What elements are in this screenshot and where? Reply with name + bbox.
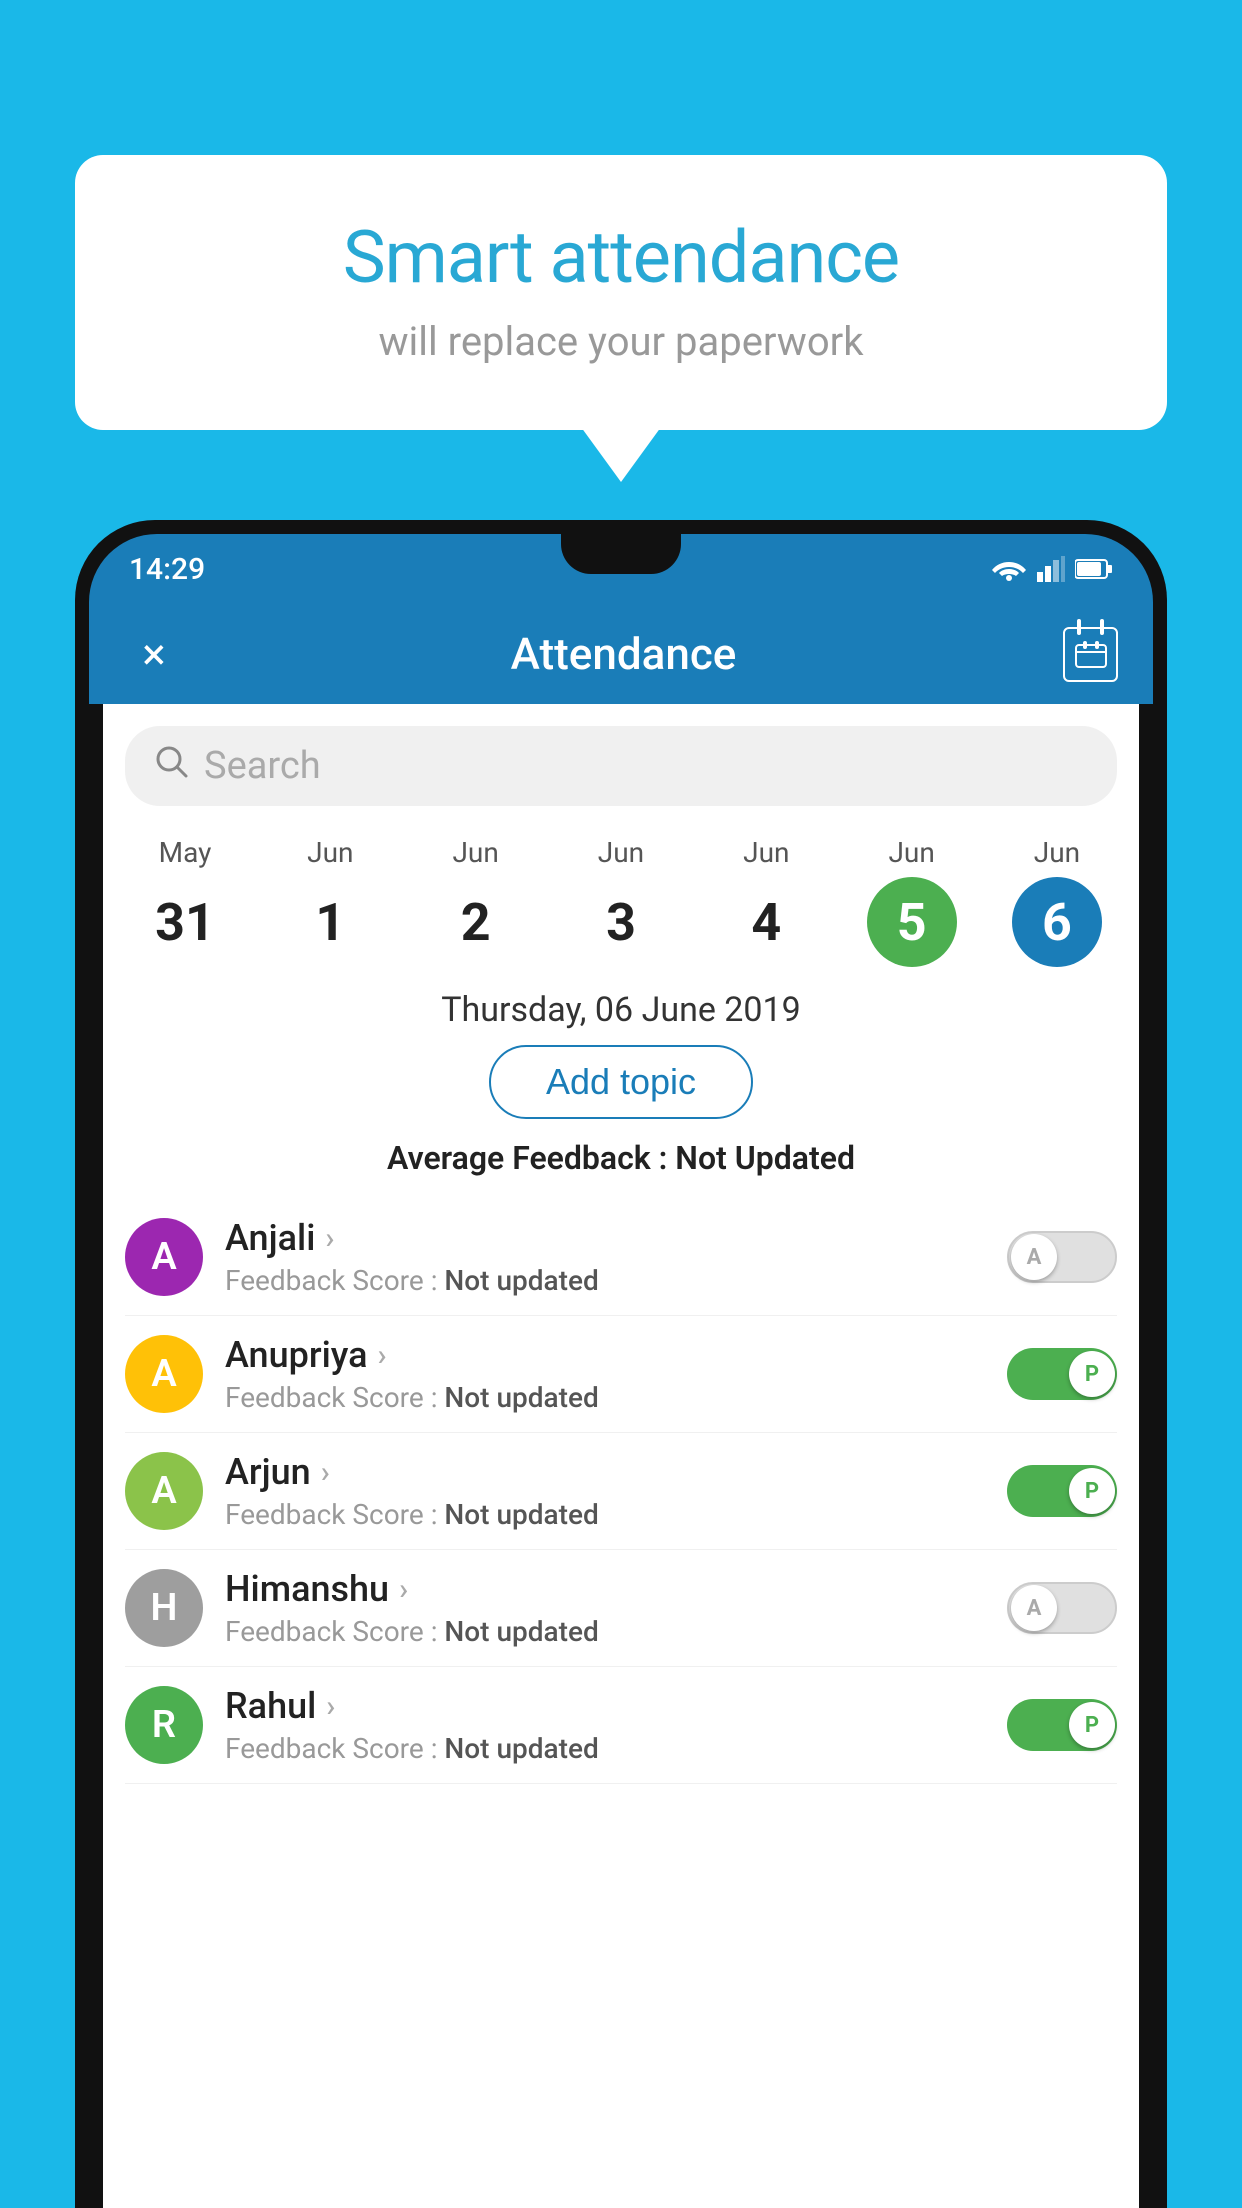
- battery-icon: [1075, 558, 1113, 580]
- student-name: Himanshu ›: [225, 1568, 1007, 1610]
- cal-month-label: Jun: [598, 836, 644, 869]
- student-name: Anjali ›: [225, 1217, 1007, 1259]
- chevron-right-icon: ›: [321, 1455, 330, 1490]
- search-bar[interactable]: Search: [125, 726, 1117, 806]
- feedback-value: Not updated: [444, 1498, 598, 1531]
- chevron-right-icon: ›: [399, 1572, 408, 1607]
- calendar-day[interactable]: Jun 6: [997, 836, 1117, 967]
- chevron-right-icon: ›: [326, 1689, 335, 1724]
- cal-month-label: Jun: [743, 836, 789, 869]
- phone-inner: 14:29: [89, 534, 1153, 2208]
- cal-month-label: Jun: [888, 836, 934, 869]
- phone-screen: Search May 31 Jun 1 Jun 2 Jun 3 Jun 4 Jun 5 Jun 6 Thu…: [103, 704, 1139, 2208]
- chevron-right-icon: ›: [378, 1338, 387, 1373]
- search-placeholder: Search: [204, 744, 321, 788]
- student-name: Arjun ›: [225, 1451, 1007, 1493]
- avg-feedback-value: Not Updated: [675, 1139, 855, 1177]
- cal-day-number: 2: [431, 877, 521, 967]
- calendar-row: May 31 Jun 1 Jun 2 Jun 3 Jun 4 Jun 5 Jun 6: [103, 821, 1139, 972]
- search-icon: [155, 745, 189, 788]
- phone-frame: 14:29: [75, 520, 1167, 2208]
- cal-day-number: 1: [285, 877, 375, 967]
- feedback-score: Feedback Score : Not updated: [225, 1615, 1007, 1648]
- student-row[interactable]: R Rahul › Feedback Score : Not updated P: [125, 1667, 1117, 1784]
- add-topic-button[interactable]: Add topic: [489, 1045, 753, 1119]
- chevron-right-icon: ›: [325, 1221, 334, 1256]
- bubble-title: Smart attendance: [155, 215, 1087, 300]
- feedback-value: Not updated: [444, 1732, 598, 1765]
- avatar: A: [125, 1218, 203, 1296]
- cal-day-number: 3: [576, 877, 666, 967]
- status-time: 14:29: [129, 552, 205, 587]
- cal-day-number: 6: [1012, 877, 1102, 967]
- student-name: Anupriya ›: [225, 1334, 1007, 1376]
- calendar-day[interactable]: Jun 2: [416, 836, 536, 967]
- toggle-wrap: A: [1007, 1582, 1117, 1634]
- calendar-day[interactable]: Jun 3: [561, 836, 681, 967]
- feedback-value: Not updated: [444, 1381, 598, 1414]
- toggle-wrap: P: [1007, 1348, 1117, 1400]
- calendar-day[interactable]: May 31: [125, 836, 245, 967]
- student-row[interactable]: AAnjali ›Feedback Score : Not updatedA: [125, 1199, 1117, 1316]
- student-info: Arjun › Feedback Score : Not updated: [225, 1451, 1007, 1531]
- calendar-day[interactable]: Jun 5: [852, 836, 972, 967]
- student-row[interactable]: H Himanshu › Feedback Score : Not updatedA: [125, 1550, 1117, 1667]
- bubble-subtitle: will replace your paperwork: [155, 318, 1087, 365]
- student-name: Rahul ›: [225, 1685, 1007, 1727]
- feedback-value: Not updated: [444, 1615, 598, 1648]
- speech-bubble: Smart attendance will replace your paper…: [75, 155, 1167, 430]
- cal-day-number: 31: [140, 877, 230, 967]
- cal-day-number: 5: [867, 877, 957, 967]
- close-button[interactable]: ×: [124, 628, 184, 680]
- selected-date-label: Thursday, 06 June 2019: [103, 990, 1139, 1030]
- speech-bubble-container: Smart attendance will replace your paper…: [75, 155, 1167, 430]
- cal-day-number: 4: [721, 877, 811, 967]
- toggle-wrap: A: [1007, 1231, 1117, 1283]
- attendance-toggle[interactable]: P: [1007, 1699, 1117, 1751]
- student-list: AAnjali ›Feedback Score : Not updatedAAA…: [103, 1199, 1139, 1784]
- student-row[interactable]: A Arjun › Feedback Score : Not updated P: [125, 1433, 1117, 1550]
- toggle-wrap: P: [1007, 1699, 1117, 1751]
- feedback-score: Feedback Score : Not updated: [225, 1264, 1007, 1297]
- avatar: H: [125, 1569, 203, 1647]
- cal-month-label: Jun: [307, 836, 353, 869]
- app-bar: × Attendance: [89, 604, 1153, 704]
- toggle-knob: A: [1011, 1585, 1057, 1631]
- avatar: A: [125, 1335, 203, 1413]
- feedback-score: Feedback Score : Not updated: [225, 1498, 1007, 1531]
- cal-month-label: May: [159, 836, 212, 869]
- student-info: Anupriya › Feedback Score : Not updated: [225, 1334, 1007, 1414]
- toggle-knob: P: [1069, 1468, 1115, 1514]
- feedback-value: Not updated: [444, 1264, 598, 1297]
- calendar-day[interactable]: Jun 4: [706, 836, 826, 967]
- toggle-knob: P: [1069, 1702, 1115, 1748]
- toggle-wrap: P: [1007, 1465, 1117, 1517]
- wifi-icon: [991, 556, 1027, 582]
- calendar-day[interactable]: Jun 1: [270, 836, 390, 967]
- avg-feedback-label: Average Feedback :: [387, 1139, 667, 1177]
- avatar: R: [125, 1686, 203, 1764]
- status-icons: [991, 556, 1113, 582]
- avg-feedback: Average Feedback : Not Updated: [103, 1139, 1139, 1177]
- toggle-knob: P: [1069, 1351, 1115, 1397]
- attendance-toggle[interactable]: P: [1007, 1348, 1117, 1400]
- app-bar-title: Attendance: [184, 628, 1063, 680]
- feedback-score: Feedback Score : Not updated: [225, 1732, 1007, 1765]
- signal-icon: [1037, 556, 1065, 582]
- attendance-toggle[interactable]: P: [1007, 1465, 1117, 1517]
- phone-notch: [561, 534, 681, 574]
- background: Smart attendance will replace your paper…: [0, 0, 1242, 2208]
- student-info: Rahul › Feedback Score : Not updated: [225, 1685, 1007, 1765]
- student-info: Himanshu › Feedback Score : Not updated: [225, 1568, 1007, 1648]
- attendance-toggle[interactable]: A: [1007, 1231, 1117, 1283]
- avatar: A: [125, 1452, 203, 1530]
- calendar-icon-button[interactable]: [1063, 627, 1118, 682]
- student-info: Anjali › Feedback Score : Not updated: [225, 1217, 1007, 1297]
- toggle-knob: A: [1011, 1234, 1057, 1280]
- student-row[interactable]: A Anupriya › Feedback Score : Not updated P: [125, 1316, 1117, 1433]
- cal-month-label: Jun: [452, 836, 498, 869]
- attendance-toggle[interactable]: A: [1007, 1582, 1117, 1634]
- cal-month-label: Jun: [1034, 836, 1080, 869]
- feedback-score: Feedback Score : Not updated: [225, 1381, 1007, 1414]
